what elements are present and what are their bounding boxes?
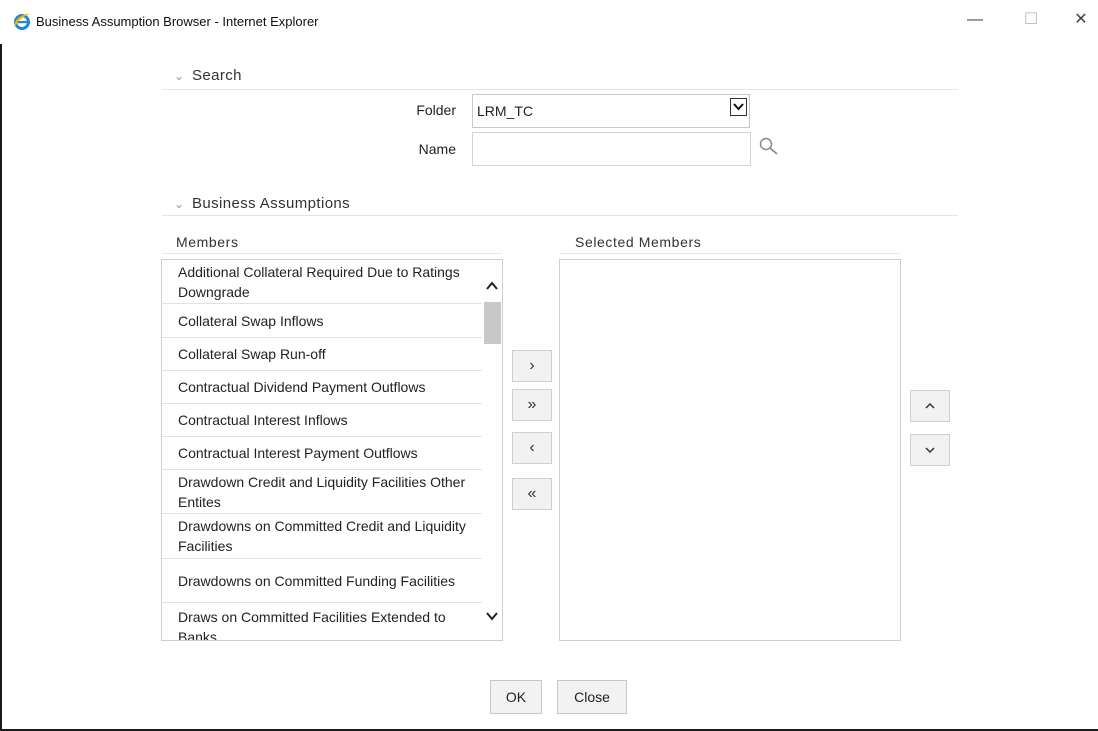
maximize-button[interactable]: ☐ (1016, 8, 1046, 32)
section-divider (162, 215, 958, 216)
list-item[interactable]: Additional Collateral Required Due to Ra… (162, 260, 482, 304)
scroll-down-icon[interactable] (484, 608, 500, 624)
scrollbar-thumb[interactable] (484, 302, 501, 344)
folder-select[interactable]: LRM_TC (472, 94, 750, 128)
move-all-left-button[interactable]: « (512, 478, 552, 510)
members-header-underline (162, 253, 502, 254)
list-item[interactable]: Collateral Swap Run-off (162, 338, 482, 371)
minimize-button[interactable]: — (960, 8, 990, 32)
selected-header-underline (560, 253, 900, 254)
search-section-header[interactable]: ⌄ Search (174, 67, 242, 84)
list-item[interactable]: Contractual Interest Payment Outflows (162, 437, 482, 470)
business-assumptions-header[interactable]: ⌄ Business Assumptions (174, 195, 350, 212)
selected-members-list[interactable] (559, 259, 901, 641)
folder-select-value: LRM_TC (477, 103, 534, 119)
section-divider (162, 89, 958, 90)
move-selected-left-button[interactable]: ‹ (512, 432, 552, 464)
search-section-title: Search (192, 67, 242, 84)
close-button[interactable]: Close (557, 680, 627, 714)
list-item[interactable]: Drawdowns on Committed Funding Facilitie… (162, 559, 482, 603)
selected-members-header: Selected Members (575, 234, 702, 250)
business-assumptions-title: Business Assumptions (192, 195, 351, 212)
move-all-right-button[interactable]: » (512, 389, 552, 421)
list-item[interactable]: Drawdowns on Committed Credit and Liquid… (162, 514, 482, 559)
search-icon[interactable] (758, 136, 780, 158)
list-item[interactable]: Collateral Swap Inflows (162, 304, 482, 338)
chevron-down-icon: ⌄ (174, 197, 185, 211)
list-item[interactable]: Draws on Committed Facilities Extended t… (162, 603, 482, 640)
move-selected-right-button[interactable]: › (512, 350, 552, 382)
close-window-button[interactable]: ✕ (1066, 8, 1096, 32)
name-input[interactable] (472, 132, 751, 166)
scroll-up-icon[interactable] (484, 278, 500, 294)
window-title: Business Assumption Browser - Internet E… (36, 14, 319, 29)
list-item[interactable]: Contractual Dividend Payment Outflows (162, 371, 482, 404)
chevron-down-icon: ⌄ (174, 69, 185, 83)
name-label: Name (418, 141, 456, 157)
members-list[interactable]: Additional Collateral Required Due to Ra… (161, 259, 503, 641)
title-bar: Business Assumption Browser - Internet E… (0, 0, 1098, 44)
ok-button[interactable]: OK (490, 680, 542, 714)
members-scrollbar[interactable] (482, 260, 502, 640)
move-up-button[interactable] (910, 390, 950, 422)
members-header: Members (176, 234, 239, 250)
folder-label: Folder (416, 102, 456, 118)
list-item[interactable]: Drawdown Credit and Liquidity Facilities… (162, 470, 482, 514)
list-item[interactable]: Contractual Interest Inflows (162, 404, 482, 437)
internet-explorer-icon (13, 12, 31, 30)
move-down-button[interactable] (910, 434, 950, 466)
chevron-down-icon[interactable] (730, 98, 747, 116)
